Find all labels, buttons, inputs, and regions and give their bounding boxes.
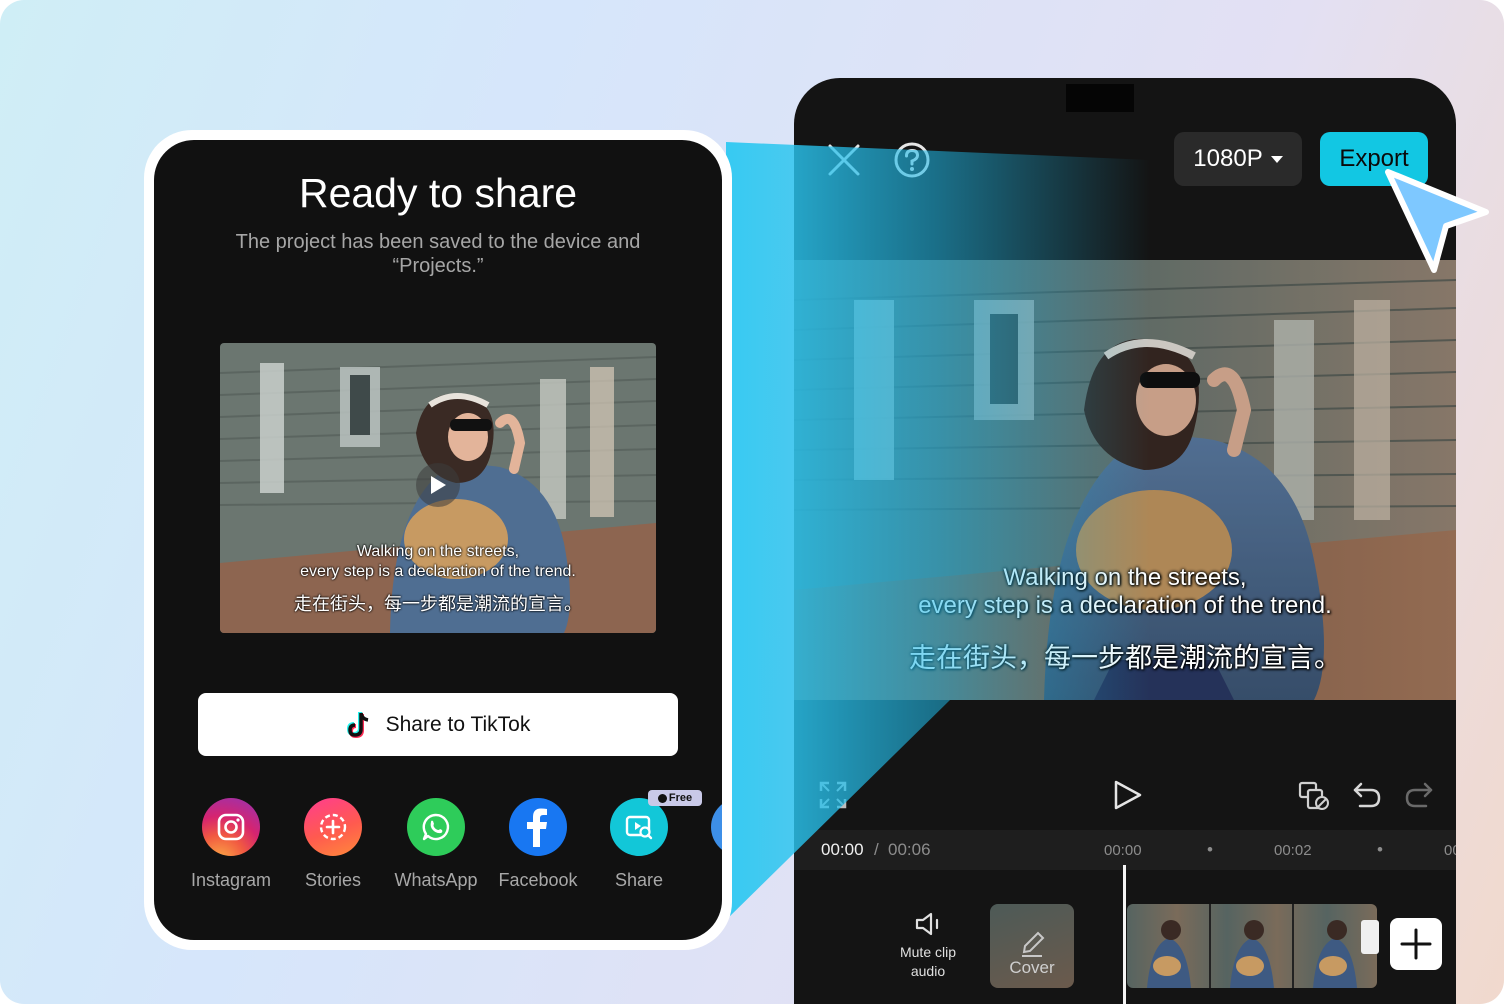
free-badge-label: Free <box>668 792 693 804</box>
subtitle-en-line1: Walking on the streets, <box>1003 564 1247 591</box>
play-icon <box>1114 780 1142 810</box>
share-card-frame: Ready to share The project has been save… <box>144 130 732 950</box>
add-clip-button[interactable] <box>1390 918 1442 970</box>
whatsapp-icon <box>407 798 465 856</box>
share-label: Share <box>614 870 664 890</box>
thumb-subtitle-en-line1: Walking on the streets, <box>356 543 520 560</box>
total-timecode: 00:06 <box>888 840 931 859</box>
more-icon <box>711 798 722 856</box>
thumb-subtitle-cn: 走在街头，每一步都是潮流的宣言。 <box>294 594 582 614</box>
video-clip-track[interactable] <box>1127 904 1377 988</box>
help-button[interactable] <box>892 140 932 180</box>
share-title: Ready to share <box>298 170 578 216</box>
stories-icon <box>304 798 362 856</box>
subtitle-cn: 走在街头，每一步都是潮流的宣言。 <box>909 643 1341 673</box>
share-to-tiktok-button[interactable]: Share to TikTok <box>198 693 678 756</box>
keyframe-icon <box>1298 781 1329 810</box>
share-label: Facebook <box>498 870 578 890</box>
ruler-tick: 00:00 <box>1104 842 1142 859</box>
marketing-stage: 1080P Export Walking on the streets, eve… <box>0 0 1504 1004</box>
help-icon <box>894 142 930 178</box>
play-button[interactable] <box>1110 778 1144 812</box>
share-icon <box>610 798 668 856</box>
caret-down-icon <box>1270 155 1283 163</box>
share-whatsapp[interactable]: WhatsApp <box>386 798 486 891</box>
close-icon <box>828 144 860 176</box>
share-label: Instagram <box>190 870 272 890</box>
pointer-cursor-icon <box>1385 169 1489 273</box>
fullscreen-button[interactable] <box>818 780 848 810</box>
ruler-dot: • <box>1377 840 1383 859</box>
cover-label: Cover <box>1009 958 1055 977</box>
plus-icon <box>1400 928 1432 960</box>
share-label: Stories <box>304 870 362 890</box>
share-more[interactable]: Share <box>589 798 689 891</box>
speaker-icon <box>915 912 939 936</box>
close-button[interactable] <box>824 140 864 180</box>
timecode-separator: / <box>874 840 879 859</box>
share-description: The project has been saved to the device… <box>235 231 641 277</box>
undo-icon <box>1353 782 1381 808</box>
tiktok-icon <box>346 711 369 738</box>
ruler-dot: • <box>1207 840 1213 859</box>
video-preview[interactable]: Walking on the streets, every step is a … <box>794 260 1456 700</box>
share-instagram[interactable]: Instagram <box>181 798 281 891</box>
playback-controls <box>794 768 1456 828</box>
share-card: Ready to share The project has been save… <box>154 140 722 940</box>
clip-thumbnails <box>1147 904 1357 988</box>
clock-icon <box>657 793 667 803</box>
ruler-tick: 00 <box>1444 842 1456 859</box>
resolution-value: 1080P <box>1193 145 1263 172</box>
thumb-subtitle-en-line2: every step is a declaration of the trend… <box>300 563 576 580</box>
video-frame-image <box>794 260 1456 700</box>
redo-icon <box>1405 782 1433 808</box>
current-timecode: 00:00 <box>821 840 864 859</box>
camera-notch <box>1066 84 1134 112</box>
resolution-dropdown[interactable]: 1080P <box>1174 132 1302 186</box>
mute-label-line2: audio <box>910 963 946 979</box>
timeline-ruler: 00:00 / 00:06 00:00 • 00:02 • 00 <box>794 830 1456 870</box>
video-thumbnail[interactable]: Walking on the streets, every step is a … <box>220 343 656 633</box>
mute-label-line1: Mute clip <box>899 944 957 960</box>
share-label: WhatsApp <box>394 870 478 890</box>
clip-trim-handle[interactable] <box>1361 920 1379 954</box>
ruler-tick: 00:02 <box>1274 842 1312 859</box>
facebook-icon <box>509 798 567 856</box>
share-stories[interactable]: Stories <box>283 798 383 891</box>
redo-button[interactable] <box>1404 780 1434 810</box>
mute-clip-button[interactable]: Mute clip audio <box>888 910 968 981</box>
share-more-cut[interactable]: C <box>690 798 722 891</box>
undo-button[interactable] <box>1352 780 1382 810</box>
cover-button[interactable]: Cover <box>990 904 1074 988</box>
share-facebook[interactable]: Facebook <box>488 798 588 891</box>
keyframe-button[interactable] <box>1298 780 1332 812</box>
play-overlay-button[interactable] <box>416 463 460 507</box>
timeline-tracks: Mute clip audio Cover <box>794 865 1456 1004</box>
play-icon <box>431 476 446 494</box>
instagram-icon <box>202 798 260 856</box>
playhead[interactable] <box>1123 865 1126 1004</box>
subtitle-en-line2: every step is a declaration of the trend… <box>918 592 1332 619</box>
editor-phone: 1080P Export Walking on the streets, eve… <box>794 78 1456 1004</box>
tiktok-label: Share to TikTok <box>385 712 531 736</box>
fullscreen-icon <box>819 781 847 809</box>
